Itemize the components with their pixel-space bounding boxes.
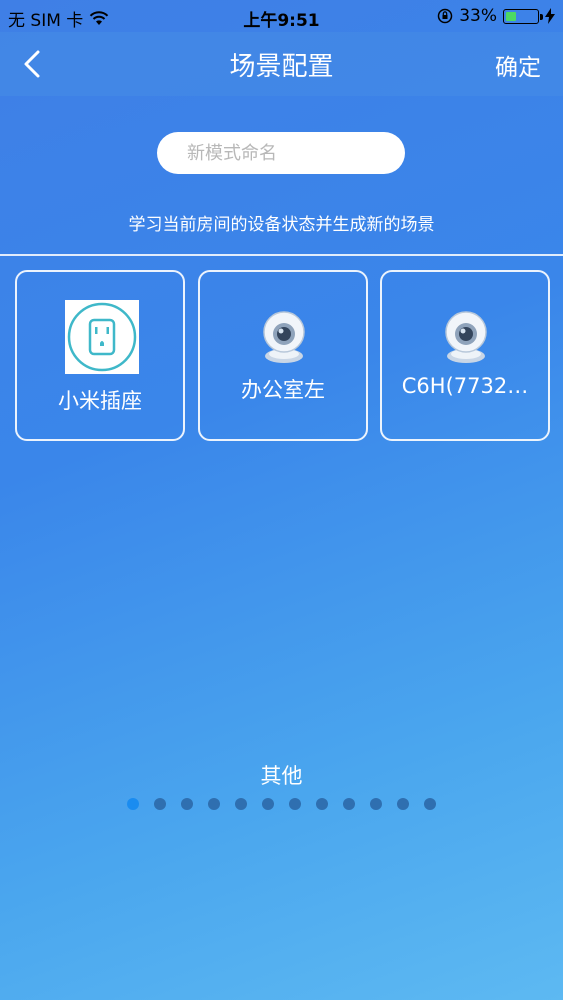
page-dot[interactable]: [316, 798, 328, 810]
page-dot[interactable]: [424, 798, 436, 810]
scene-name-input[interactable]: [157, 132, 405, 174]
confirm-button[interactable]: 确定: [495, 48, 541, 82]
page-dot[interactable]: [208, 798, 220, 810]
camera-icon: [445, 311, 487, 363]
section-title: 其他: [260, 764, 303, 788]
hint-text: 学习当前房间的设备状态并生成新的场景: [128, 215, 435, 235]
page-dot[interactable]: [289, 798, 301, 810]
status-bar: 无 SIM 卡 上午9:51 33%: [0, 0, 563, 32]
device-label: 小米插座: [58, 389, 142, 413]
page-dot[interactable]: [397, 798, 409, 810]
divider: [0, 254, 563, 256]
smart-plug-icon: [65, 300, 139, 374]
device-card-camera-office-left[interactable]: 办公室左: [198, 270, 368, 441]
page-dot[interactable]: [181, 798, 193, 810]
charging-bolt-icon: [545, 8, 555, 24]
page-dot[interactable]: [127, 798, 139, 810]
page-dot[interactable]: [370, 798, 382, 810]
page-dot[interactable]: [154, 798, 166, 810]
pagination-dots: [127, 798, 436, 810]
camera-icon: [263, 311, 305, 363]
nav-bar: 场景配置 确定: [0, 32, 563, 96]
battery-percent: 33%: [459, 6, 497, 26]
device-card-plug[interactable]: 小米插座: [15, 270, 185, 441]
device-card-camera-c6h[interactable]: C6H(7732…: [380, 270, 550, 441]
page-dot[interactable]: [235, 798, 247, 810]
page-dot[interactable]: [343, 798, 355, 810]
page-title: 场景配置: [229, 52, 334, 82]
battery-icon: [503, 8, 543, 24]
battery-fill: [506, 11, 516, 21]
device-label: 办公室左: [241, 378, 325, 402]
status-right: 33%: [437, 6, 555, 26]
device-label: C6H(7732…: [401, 374, 529, 398]
orientation-lock-icon: [437, 8, 453, 24]
page-dot[interactable]: [262, 798, 274, 810]
